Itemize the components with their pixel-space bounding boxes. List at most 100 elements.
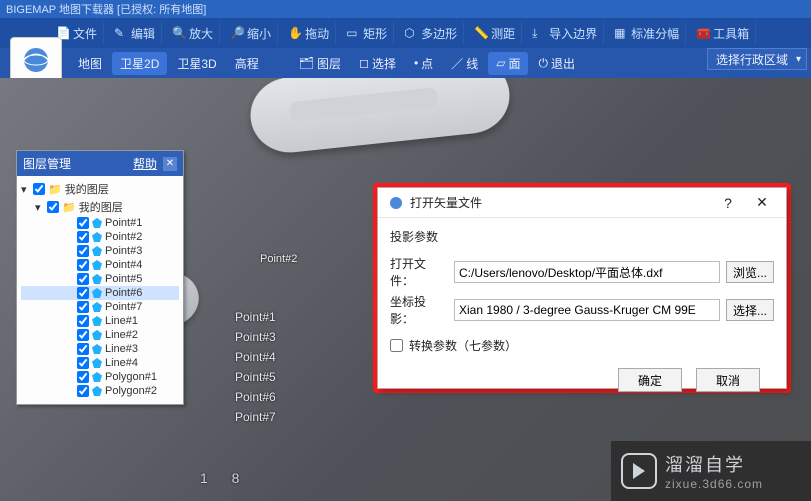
- layer-checkbox[interactable]: [77, 371, 89, 383]
- select-projection-button[interactable]: 选择...: [726, 299, 774, 321]
- draw-polygon-button[interactable]: ▱ 面: [488, 52, 528, 75]
- layer-item-label: Point#1: [105, 217, 142, 229]
- layer-item-label: Point#5: [105, 273, 142, 285]
- map-mode-map[interactable]: 地图: [70, 52, 110, 75]
- import-boundary-button[interactable]: ⤓导入边界: [526, 22, 604, 45]
- layer-checkbox[interactable]: [77, 315, 89, 327]
- layer-checkbox[interactable]: [33, 183, 45, 195]
- layer-checkbox[interactable]: [77, 301, 89, 313]
- layer-item[interactable]: Point#3: [21, 244, 179, 258]
- layer-checkbox[interactable]: [77, 273, 89, 285]
- layers-button[interactable]: 🗂 图层: [291, 52, 349, 75]
- pin-icon: [92, 232, 102, 242]
- layer-item[interactable]: Polygon#2: [21, 384, 179, 398]
- globe-icon: [21, 45, 51, 75]
- watermark-url: zixue.3d66.com: [665, 477, 763, 491]
- layer-item-label: Point#6: [105, 287, 142, 299]
- close-icon[interactable]: ✕: [163, 157, 177, 171]
- close-icon[interactable]: ✕: [748, 194, 776, 211]
- pin-icon: [92, 386, 102, 396]
- globe-icon: [388, 195, 404, 211]
- play-icon: [621, 453, 657, 489]
- map-mode-elevation[interactable]: 高程: [227, 52, 267, 75]
- watermark: 溜溜自学 zixue.3d66.com: [611, 441, 811, 501]
- layer-item[interactable]: Line#3: [21, 342, 179, 356]
- browse-button[interactable]: 浏览...: [726, 261, 774, 283]
- zoom-out-button[interactable]: 🔎缩小: [224, 22, 278, 45]
- folder-icon: 📁: [62, 201, 76, 214]
- map-point-label: Point#4: [235, 348, 276, 366]
- polygon-button[interactable]: ⬡多边形: [398, 22, 464, 45]
- section-title: 投影参数: [390, 224, 774, 251]
- tree-sub[interactable]: ▾📁我的图层: [21, 198, 179, 216]
- layer-item[interactable]: Point#7: [21, 300, 179, 314]
- projection-label: 坐标投影：: [390, 293, 448, 327]
- layer-checkbox[interactable]: [77, 343, 89, 355]
- airplane-graphic: [247, 78, 513, 156]
- layer-manager-panel: 图层管理 帮助 ✕ ▾📁我的图层 ▾📁我的图层 Point#1Point#2Po…: [16, 150, 184, 405]
- draw-line-button[interactable]: ／ 线: [443, 52, 486, 75]
- help-link[interactable]: 帮助: [133, 155, 157, 172]
- watermark-name: 溜溜自学: [665, 451, 763, 477]
- map-point-label: Point#5: [235, 368, 276, 386]
- measure-button[interactable]: 📏测距: [468, 22, 522, 45]
- pin-icon: [92, 302, 102, 312]
- map-mode-sat2d[interactable]: 卫星2D: [112, 52, 167, 75]
- drag-button[interactable]: ✋拖动: [282, 22, 336, 45]
- layer-item[interactable]: Point#4: [21, 258, 179, 272]
- layer-item[interactable]: Point#2: [21, 230, 179, 244]
- map-point-labels: Point#1 Point#3 Point#4 Point#5 Point#6 …: [235, 308, 276, 428]
- file-label: 打开文件：: [390, 255, 448, 289]
- layer-item[interactable]: Line#1: [21, 314, 179, 328]
- layer-item-label: Point#7: [105, 301, 142, 313]
- layer-item[interactable]: Line#4: [21, 356, 179, 370]
- rect-button[interactable]: ▭矩形: [340, 22, 394, 45]
- hand-icon: ✋: [288, 26, 302, 40]
- layer-item[interactable]: Polygon#1: [21, 370, 179, 384]
- layer-checkbox[interactable]: [77, 385, 89, 397]
- layer-item[interactable]: Point#1: [21, 216, 179, 230]
- layer-checkbox[interactable]: [77, 287, 89, 299]
- layer-item[interactable]: Point#5: [21, 272, 179, 286]
- tree-root[interactable]: ▾📁我的图层: [21, 180, 179, 198]
- projection-input[interactable]: [454, 299, 720, 321]
- map-point-label: Point#1: [235, 308, 276, 326]
- zoom-out-icon: 🔎: [230, 26, 244, 40]
- open-vector-file-dialog: 打开矢量文件 ? ✕ 投影参数 打开文件： 浏览... 坐标投影： 选择... …: [377, 187, 787, 389]
- window-title: BIGEMAP 地图下载器 [已授权: 所有地图]: [6, 1, 206, 17]
- toolbox-button[interactable]: 🧰工具箱: [690, 22, 756, 45]
- layer-checkbox[interactable]: [77, 217, 89, 229]
- layer-panel-header[interactable]: 图层管理 帮助 ✕: [17, 151, 183, 176]
- ruler-icon: 📏: [474, 26, 488, 40]
- map-mode-sat3d[interactable]: 卫星3D: [169, 52, 224, 75]
- layer-item-label: Line#1: [105, 315, 138, 327]
- convert-params-checkbox[interactable]: [390, 339, 403, 352]
- edit-menu[interactable]: ✎编辑: [108, 22, 162, 45]
- select-button[interactable]: ◻ 选择: [351, 52, 404, 75]
- layer-checkbox[interactable]: [77, 245, 89, 257]
- zoom-in-button[interactable]: 🔍放大: [166, 22, 220, 45]
- ok-button[interactable]: 确定: [618, 368, 682, 392]
- file-path-input[interactable]: [454, 261, 720, 283]
- map-point-label: Point#6: [235, 388, 276, 406]
- layer-checkbox[interactable]: [77, 259, 89, 271]
- admin-region-dropdown[interactable]: 选择行政区域: [707, 48, 807, 70]
- layer-checkbox[interactable]: [47, 201, 59, 213]
- help-icon[interactable]: ?: [714, 195, 742, 211]
- zoom-in-icon: 🔍: [172, 26, 186, 40]
- exit-button[interactable]: ⏻ 退出: [530, 52, 583, 75]
- layer-item-label: Line#4: [105, 357, 138, 369]
- layer-checkbox[interactable]: [77, 231, 89, 243]
- layer-checkbox[interactable]: [77, 329, 89, 341]
- layer-item[interactable]: Point#6: [21, 286, 179, 300]
- cancel-button[interactable]: 取消: [696, 368, 760, 392]
- layer-item[interactable]: Line#2: [21, 328, 179, 342]
- layer-checkbox[interactable]: [77, 357, 89, 369]
- standard-grid-button[interactable]: ▦标准分幅: [608, 22, 686, 45]
- pin-icon: [92, 274, 102, 284]
- layer-item-label: Polygon#1: [105, 371, 157, 383]
- draw-point-button[interactable]: • 点: [406, 52, 441, 75]
- map-provider-logo[interactable]: [10, 37, 62, 82]
- dialog-titlebar[interactable]: 打开矢量文件 ? ✕: [378, 188, 786, 218]
- folder-icon: 📁: [48, 183, 62, 196]
